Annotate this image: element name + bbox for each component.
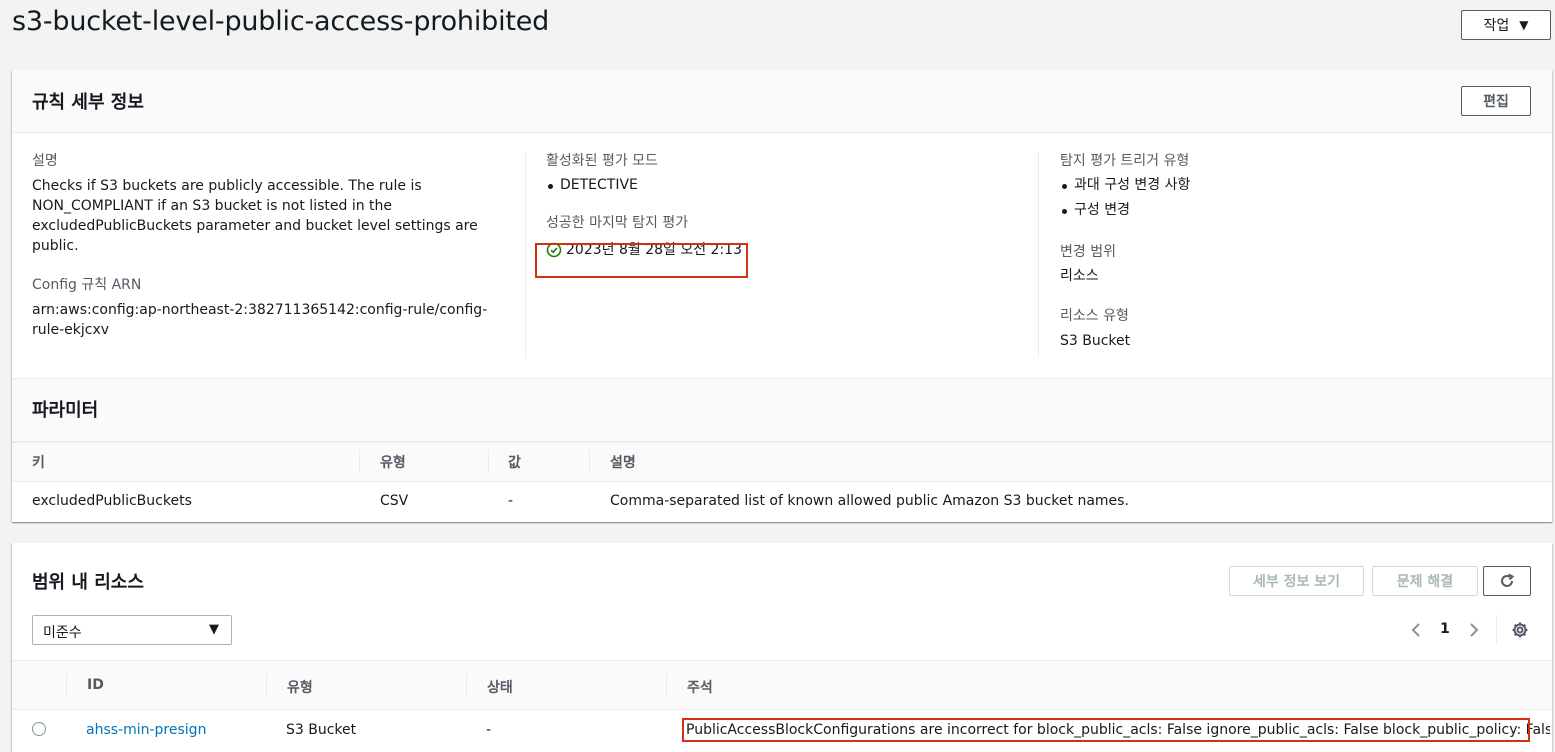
caret-down-icon: ▼	[209, 622, 219, 637]
previous-page-button[interactable]	[1406, 620, 1426, 640]
page-title: s3-bucket-level-public-access-prohibited	[12, 6, 550, 37]
actions-dropdown-button[interactable]: 작업 ▼	[1461, 10, 1551, 40]
param-description-cell: Comma-separated list of known allowed pu…	[610, 493, 1129, 509]
chevron-left-icon	[1411, 623, 1420, 637]
actions-label: 작업	[1483, 18, 1510, 34]
last-eval-label: 성공한 마지막 탐지 평가	[546, 215, 689, 231]
resource-type-value: S3 Bucket	[1060, 333, 1131, 349]
refresh-button[interactable]	[1483, 566, 1531, 596]
resources-heading: 범위 내 리소스	[32, 572, 144, 593]
trigger-label: 탐지 평가 트리거 유형	[1060, 153, 1190, 169]
param-value-cell: -	[508, 493, 514, 509]
refresh-icon	[1501, 573, 1515, 587]
column-separator	[466, 673, 467, 699]
trigger-list: 과대 구성 변경 사항 구성 변경	[1060, 173, 1530, 223]
column-divider	[525, 152, 526, 358]
description-value: Checks if S3 buckets are publicly access…	[32, 178, 478, 254]
last-eval-highlight-box	[535, 243, 748, 278]
resource-col-id[interactable]: ID	[87, 677, 104, 693]
param-col-value: 값	[508, 455, 521, 471]
resource-col-status[interactable]: 상태	[487, 677, 513, 697]
param-col-description: 설명	[610, 455, 636, 471]
details-column-1: 설명 Checks if S3 buckets are publicly acc…	[32, 150, 502, 340]
param-col-key: 키	[32, 455, 45, 471]
table-preferences-button[interactable]	[1510, 620, 1530, 640]
resource-type-cell: S3 Bucket	[286, 722, 357, 738]
parameters-header	[12, 378, 1552, 442]
resource-col-annotation[interactable]: 주석	[687, 677, 713, 697]
view-details-button[interactable]: 세부 정보 보기	[1229, 566, 1364, 596]
param-col-type: 유형	[380, 455, 406, 471]
pager-separator	[1496, 615, 1497, 645]
resource-col-type[interactable]: 유형	[287, 677, 313, 697]
column-separator	[488, 450, 489, 474]
next-page-button[interactable]	[1464, 620, 1484, 640]
eval-mode-list: DETECTIVE	[546, 173, 1026, 198]
eval-mode-label: 활성화된 평가 모드	[546, 153, 658, 169]
column-separator	[66, 673, 67, 699]
resources-table-header	[12, 660, 1552, 710]
trigger-item: 구성 변경	[1060, 198, 1530, 223]
parameters-heading: 파라미터	[32, 400, 99, 421]
column-separator	[359, 450, 360, 474]
resource-status-cell: -	[486, 722, 492, 738]
resource-type-label: 리소스 유형	[1060, 308, 1129, 324]
scope-value: 리소스	[1060, 268, 1099, 284]
column-separator	[666, 673, 667, 699]
remediate-button[interactable]: 문제 해결	[1372, 566, 1478, 596]
column-separator	[266, 673, 267, 699]
param-type-cell: CSV	[380, 493, 409, 509]
page-number[interactable]: 1	[1440, 621, 1450, 637]
description-label: 설명	[32, 153, 58, 169]
annotation-highlight-box	[682, 718, 1530, 742]
compliance-filter-select[interactable]: 미준수 ▼	[32, 615, 232, 645]
chevron-right-icon	[1470, 623, 1479, 637]
details-column-3: 탐지 평가 트리거 유형 과대 구성 변경 사항 구성 변경 변경 범위 리소스…	[1060, 150, 1530, 351]
rule-details-header	[12, 70, 1552, 133]
scope-label: 변경 범위	[1060, 244, 1116, 260]
compliance-filter-value: 미준수	[43, 625, 82, 641]
edit-button[interactable]: 편집	[1461, 86, 1531, 116]
caret-down-icon: ▼	[1519, 18, 1529, 32]
eval-mode-item: DETECTIVE	[546, 173, 1026, 198]
parameters-table-header	[12, 442, 1552, 482]
resource-id-link[interactable]: ahss-min-presign	[86, 722, 206, 738]
gear-icon	[1512, 622, 1528, 638]
rule-details-heading: 규칙 세부 정보	[32, 92, 144, 113]
column-separator	[589, 450, 590, 474]
column-divider	[1038, 152, 1039, 358]
resources-card: 범위 내 리소스 세부 정보 보기 문제 해결 미준수 ▼ 1 ID 유형 상태…	[12, 543, 1552, 752]
param-key-cell: excludedPublicBuckets	[32, 493, 192, 509]
arn-value: arn:aws:config:ap-northeast-2:3827113651…	[32, 302, 488, 338]
trigger-item: 과대 구성 변경 사항	[1060, 173, 1530, 198]
rule-details-card: 규칙 세부 정보 편집 설명 Checks if S3 buckets are …	[12, 70, 1552, 522]
arn-label: Config 규칙 ARN	[32, 277, 142, 293]
row-select-radio[interactable]	[32, 722, 46, 736]
